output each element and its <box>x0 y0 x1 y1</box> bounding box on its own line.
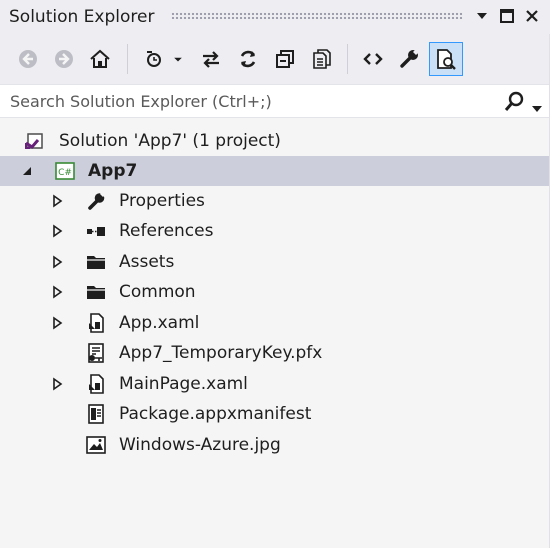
drag-grip[interactable] <box>171 12 463 19</box>
home-icon[interactable] <box>87 46 113 72</box>
properties-icon[interactable] <box>396 46 422 72</box>
tree-item-label: References <box>119 221 214 241</box>
title-bar[interactable]: Solution Explorer <box>0 0 550 34</box>
back-icon[interactable] <box>15 46 41 72</box>
tree-item-label: App.xaml <box>119 313 200 333</box>
refresh-icon[interactable] <box>235 46 261 72</box>
toolbar-separator <box>347 44 348 74</box>
svg-text:C#: C# <box>58 168 72 178</box>
expand-arrow-icon[interactable] <box>50 194 64 208</box>
close-icon[interactable] <box>524 8 540 24</box>
view-code-icon[interactable] <box>360 46 386 72</box>
maximize-icon[interactable] <box>499 8 515 24</box>
folder-icon <box>86 252 106 272</box>
collapse-arrow-icon[interactable] <box>20 164 34 178</box>
manifest-file-icon <box>86 404 106 424</box>
solution-label: Solution 'App7' (1 project) <box>59 131 281 151</box>
solution-explorer-panel: Solution Explorer Search Solution Explor… <box>0 0 550 548</box>
tree-item-label: App7_TemporaryKey.pfx <box>119 343 323 363</box>
csharp-project-icon: C# <box>55 161 75 181</box>
tree-item-solution[interactable]: Solution 'App7' (1 project) <box>0 126 550 156</box>
tree-item-properties[interactable]: Properties <box>0 186 550 216</box>
pending-changes-filter-icon[interactable] <box>142 46 168 72</box>
toolbar <box>0 34 550 84</box>
tree-item-label: Properties <box>119 191 205 211</box>
show-all-files-icon[interactable] <box>309 46 335 72</box>
forward-icon[interactable] <box>51 46 77 72</box>
window-position-dropdown-icon[interactable] <box>474 8 490 24</box>
preview-selected-items-icon[interactable] <box>429 42 463 76</box>
window-title: Solution Explorer <box>9 7 155 27</box>
tree-item-label: Common <box>119 282 196 302</box>
tree-item-app-xaml[interactable]: App.xaml <box>0 308 550 338</box>
tree-item-windows-azure-jpg[interactable]: Windows-Azure.jpg <box>0 430 550 460</box>
filter-dropdown-icon[interactable] <box>168 46 188 72</box>
search-icon[interactable] <box>503 91 525 113</box>
search-box <box>0 84 550 118</box>
references-icon <box>86 221 106 241</box>
expand-arrow-icon[interactable] <box>50 224 64 238</box>
expand-arrow-icon[interactable] <box>50 255 64 269</box>
toolbar-separator <box>127 44 128 74</box>
tree-item-mainpage-xaml[interactable]: MainPage.xaml <box>0 369 550 399</box>
tree-item-common[interactable]: Common <box>0 277 550 307</box>
tree-item-label: MainPage.xaml <box>119 374 248 394</box>
wrench-icon <box>86 191 106 211</box>
tree-item-label: Package.appxmanifest <box>119 404 312 424</box>
project-label: App7 <box>88 161 138 181</box>
tree-item-assets[interactable]: Assets <box>0 247 550 277</box>
tree-item-temporary-key[interactable]: App7_TemporaryKey.pfx <box>0 338 550 368</box>
xaml-file-icon <box>86 374 106 394</box>
expand-arrow-icon[interactable] <box>50 316 64 330</box>
collapse-all-icon[interactable] <box>272 46 298 72</box>
tree-item-label: Assets <box>119 252 175 272</box>
search-input[interactable] <box>4 88 496 114</box>
xaml-file-icon <box>86 313 106 333</box>
tree-item-package-manifest[interactable]: Package.appxmanifest <box>0 399 550 429</box>
sync-with-active-document-icon[interactable] <box>198 46 224 72</box>
expand-arrow-icon[interactable] <box>50 285 64 299</box>
tree-item-label: Windows-Azure.jpg <box>119 435 281 455</box>
tree-item-project[interactable]: C# App7 <box>0 156 550 186</box>
solution-tree: Solution 'App7' (1 project) C# App7 Prop… <box>0 118 550 548</box>
image-file-icon <box>86 435 106 455</box>
certificate-file-icon <box>86 343 106 363</box>
tree-item-references[interactable]: References <box>0 216 550 246</box>
visual-studio-solution-icon <box>24 131 44 151</box>
search-options-dropdown-icon[interactable] <box>532 98 542 112</box>
folder-icon <box>86 282 106 302</box>
expand-arrow-icon[interactable] <box>50 377 64 391</box>
